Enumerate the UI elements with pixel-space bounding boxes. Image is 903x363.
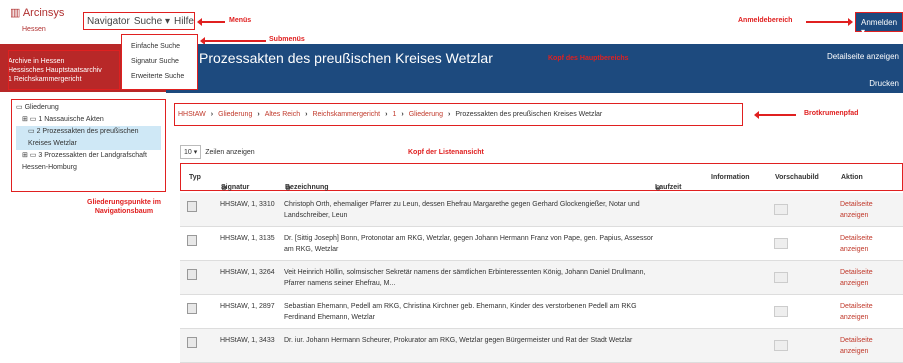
navigation-tree: ▭ Gliederung ⊞ ▭ 1 Nassauische Akten ▭ 2…: [11, 99, 166, 192]
breadcrumb: HHStAW › Gliederung › Altes Reich › Reichsk…: [174, 103, 743, 126]
app-logo[interactable]: ▥ Arcinsys: [10, 6, 64, 19]
detail-link[interactable]: Detailseite anzeigen: [827, 52, 899, 61]
tree-item-label: 1 Nassauische Akten: [38, 116, 104, 123]
row-signatur: HHStAW, 1, 3310: [220, 201, 275, 208]
menus-arrow: [197, 18, 225, 25]
table-row: HHStAW, 1, 3264 Veit Heinrich Höllin, so…: [180, 261, 903, 295]
breadcrumb-arrow: [754, 111, 796, 118]
annotation-submenus: Submenüs: [269, 36, 305, 43]
logo-text: Arcinsys: [22, 7, 65, 19]
submenus-arrow: [200, 37, 266, 44]
search-submenu: Einfache Suche Signatur Suche Erweiterte…: [121, 34, 198, 90]
row-bezeichnung: Dr. iur. Johann Hermann Scheurer, Prokur…: [284, 337, 633, 344]
thumbnail-icon: [774, 340, 788, 351]
row-signatur: HHStAW, 1, 3264: [220, 269, 275, 276]
breadcrumb-item[interactable]: Gliederung: [218, 111, 252, 118]
tree-root-label: Gliederung: [24, 104, 59, 111]
detail-link[interactable]: Detailseite anzeigen: [840, 301, 890, 323]
rows-per-page: 10 ▾ Zeilen anzeigen: [180, 145, 255, 159]
table-row: HHStAW, 1, 3135 Dr. [Sittig Joseph] Bonn…: [180, 227, 903, 261]
row-bezeichnung: Sebastian Ehemann, Pedell am RKG, Christ…: [284, 303, 637, 321]
col-typ: Typ: [189, 174, 201, 181]
detail-link[interactable]: Detailseite anzeigen: [840, 267, 890, 289]
detail-link[interactable]: Detailseite anzeigen: [840, 199, 890, 221]
breadcrumb-current: Prozessakten des preußischen Kreises Wet…: [455, 111, 603, 118]
document-icon: [187, 269, 197, 280]
sort-icon: ⊖: [655, 185, 661, 192]
col-vorschaubild: Vorschaubild: [775, 174, 819, 181]
thumbnail-icon: [774, 204, 788, 215]
breadcrumb-item[interactable]: 1: [392, 111, 396, 118]
sort-icon: ⊖: [285, 185, 291, 192]
table-row: HHStAW, 1, 3310 Christoph Orth, ehemalig…: [180, 193, 903, 227]
sort-icon: ⊖: [221, 185, 227, 192]
list-header: Typ Signatur ⊖ Bezeichnung ⊖ Laufzeit ⊖ …: [180, 163, 903, 192]
login-arrow: [806, 18, 853, 25]
rows-select[interactable]: 10 ▾: [180, 145, 202, 159]
rows-label: Zeilen anzeigen: [205, 148, 255, 156]
row-signatur: HHStAW, 1, 3135: [220, 235, 275, 242]
print-link[interactable]: Drucken: [869, 79, 899, 88]
thumbnail-icon: [774, 238, 788, 249]
tree-item-label: 2 Prozessakten des preußischen Kreises W…: [28, 128, 139, 147]
tree-item[interactable]: ⊞ ▭ 3 Prozessakten der Landgrafschaft He…: [16, 150, 161, 174]
breadcrumb-item[interactable]: Gliederung: [409, 111, 443, 118]
annotation-breadcrumb: Brotkrumenpfad: [804, 110, 859, 117]
main-menu: Navigator Suche ▾ Hilfe: [83, 12, 195, 30]
tree-item-selected[interactable]: ▭ 2 Prozessakten des preußischen Kreises…: [16, 126, 161, 150]
annotation-list-header: Kopf der Listenansicht: [408, 149, 484, 156]
row-signatur: HHStAW, 1, 3433: [220, 337, 275, 344]
main-header: Prozessakten des preußischen Kreises Wet…: [166, 44, 903, 72]
breadcrumb-item[interactable]: HHStAW: [178, 111, 206, 118]
row-bezeichnung: Veit Heinrich Höllin, solmsischer Sekret…: [284, 269, 646, 287]
menu-navigator[interactable]: Navigator: [87, 16, 130, 27]
tree-item-label: 3 Prozessakten der Landgrafschaft Hessen…: [22, 152, 147, 171]
table-row: HHStAW, 1, 3433 Dr. iur. Johann Hermann …: [180, 329, 903, 363]
thumbnail-icon: [774, 272, 788, 283]
document-icon: [187, 303, 197, 314]
col-information: Information: [711, 174, 750, 181]
annotation-main-header: Kopf des Hauptbereichs: [548, 55, 629, 62]
detail-link[interactable]: Detailseite anzeigen: [840, 335, 890, 357]
thumbnail-icon: [774, 306, 788, 317]
row-signatur: HHStAW, 1, 2897: [220, 303, 275, 310]
document-icon: [187, 201, 197, 212]
document-icon: [187, 235, 197, 246]
submenu-simple-search[interactable]: Einfache Suche: [131, 39, 197, 54]
table-row: HHStAW, 1, 2897 Sebastian Ehemann, Pedel…: [180, 295, 903, 329]
breadcrumb-item[interactable]: Altes Reich: [265, 111, 300, 118]
login-button[interactable]: Anmelden ▾: [855, 12, 903, 36]
document-icon: [187, 337, 197, 348]
row-bezeichnung: Christoph Orth, ehemaliger Pfarrer zu Le…: [284, 201, 640, 219]
page-title: Prozessakten des preußischen Kreises Wet…: [199, 50, 493, 66]
tree-item[interactable]: ⊞ ▭ 1 Nassauische Akten: [16, 114, 161, 126]
main-subheader: Drucken: [166, 72, 903, 93]
submenu-signature-search[interactable]: Signatur Suche: [131, 54, 197, 69]
annotation-login-area: Anmeldebereich: [738, 17, 793, 24]
submenu-advanced-search[interactable]: Erweiterte Suche: [131, 69, 197, 84]
col-bezeichnung-label: Bezeichnung: [285, 184, 329, 191]
annotation-menus: Menüs: [229, 17, 252, 24]
detail-link[interactable]: Detailseite anzeigen: [840, 233, 890, 255]
menu-hilfe[interactable]: Hilfe: [174, 16, 194, 27]
breadcrumb-item[interactable]: Reichskammergericht: [312, 111, 380, 118]
tree-root[interactable]: ▭ Gliederung: [16, 102, 161, 114]
row-bezeichnung: Dr. [Sittig Joseph] Bonn, Protonotar am …: [284, 235, 654, 253]
sidebar-highlight: [8, 50, 120, 90]
col-aktion: Aktion: [841, 174, 863, 181]
annotation-tree-points: Gliederungspunkte im Navigationsbaum: [87, 199, 161, 215]
menu-suche[interactable]: Suche ▾: [134, 16, 170, 27]
logo-subtitle: Hessen: [22, 26, 46, 33]
